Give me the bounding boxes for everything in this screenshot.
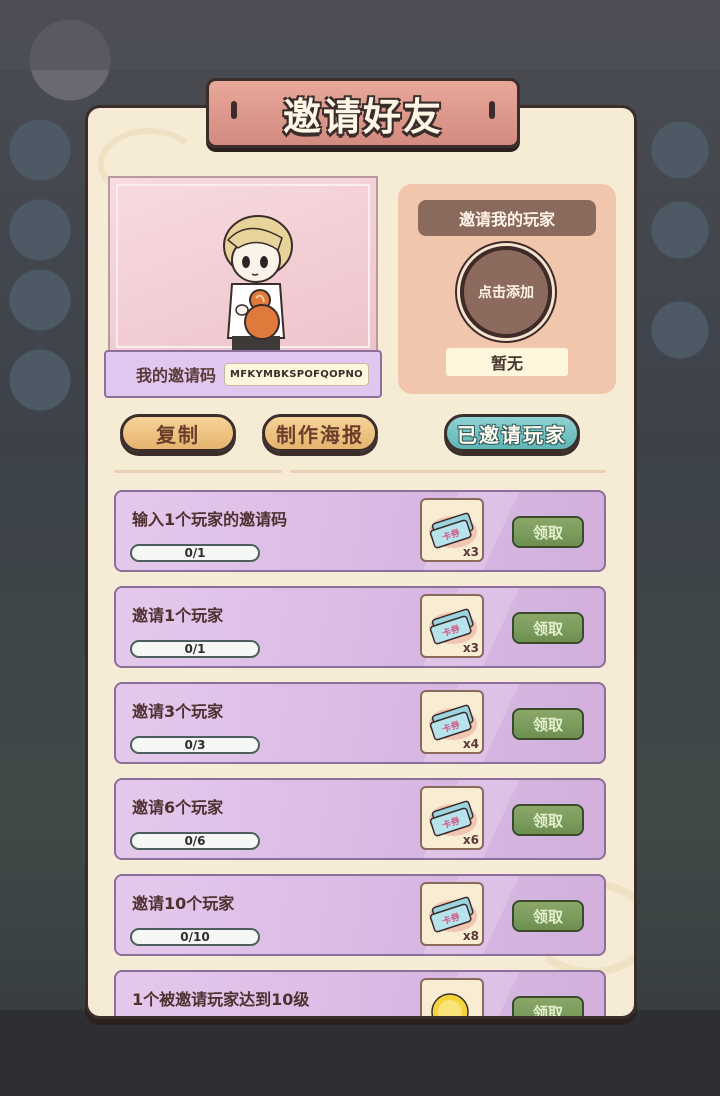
task-row: 1个被邀请玩家达到10级 领取 [114, 970, 606, 1016]
divider [114, 470, 282, 473]
claim-button[interactable]: 领取 [512, 996, 584, 1016]
reward-quantity: x3 [462, 545, 479, 559]
task-label: 邀请10个玩家 [132, 894, 235, 913]
divider [290, 470, 606, 473]
invite-code-label: 我的邀请码 [136, 366, 217, 385]
invited-players-button[interactable]: 已邀请玩家 [444, 414, 580, 452]
title-banner: 邀请好友 [206, 78, 520, 148]
page-title: 邀请好友 [282, 94, 443, 139]
task-progress: 0/3 [130, 736, 260, 754]
gold-coin-icon [431, 993, 469, 1016]
reward-quantity: x6 [462, 833, 479, 847]
copy-button[interactable]: 复制 [120, 414, 236, 452]
reward-slot: 卡券 x8 [420, 882, 484, 946]
task-row: 邀请6个玩家 0/6 卡券 x6 领取 [114, 778, 606, 860]
reward-slot: 卡券 x3 [420, 594, 484, 658]
task-label: 邀请3个玩家 [132, 702, 224, 721]
reward-quantity: x3 [462, 641, 479, 655]
card-ticket-icon: 卡券 [429, 896, 477, 933]
reward-slot [420, 978, 484, 1016]
reward-quantity: x4 [462, 737, 479, 751]
task-label: 邀请6个玩家 [132, 798, 224, 817]
reward-slot: 卡券 x3 [420, 498, 484, 562]
card-ticket-icon: 卡券 [429, 608, 477, 645]
task-row: 邀请3个玩家 0/3 卡券 x4 领取 [114, 682, 606, 764]
invite-poster-image [108, 176, 378, 356]
top-hud-dimmed [0, 0, 720, 70]
task-row: 邀请10个玩家 0/10 卡券 x8 领取 [114, 874, 606, 956]
invite-friends-panel: 我的邀请码 MFKYMBKSPOFQOPNO 邀请我的玩家 点击添加 暂无 复制… [88, 108, 634, 1016]
claim-button[interactable]: 领取 [512, 708, 584, 740]
inviter-value: 暂无 [446, 348, 568, 376]
task-progress: 0/1 [130, 640, 260, 658]
inviter-title: 邀请我的玩家 [418, 200, 596, 236]
inviter-card: 邀请我的玩家 点击添加 暂无 [398, 184, 616, 394]
nail-icon [489, 101, 495, 119]
claim-button[interactable]: 领取 [512, 516, 584, 548]
task-label: 邀请1个玩家 [132, 606, 224, 625]
claim-button[interactable]: 领取 [512, 900, 584, 932]
task-label: 1个被邀请玩家达到10级 [132, 990, 310, 1009]
make-poster-button[interactable]: 制作海报 [262, 414, 378, 452]
task-progress: 0/1 [130, 544, 260, 562]
invite-code-bar: 我的邀请码 MFKYMBKSPOFQOPNO [104, 350, 382, 398]
invite-code-value: MFKYMBKSPOFQOPNO [224, 362, 369, 386]
task-progress: 0/10 [130, 928, 260, 946]
task-row: 邀请1个玩家 0/1 卡券 x3 领取 [114, 586, 606, 668]
task-label: 输入1个玩家的邀请码 [132, 510, 288, 529]
reward-slot: 卡券 x4 [420, 690, 484, 754]
add-inviter-button[interactable]: 点击添加 [460, 246, 552, 338]
character-illustration [223, 215, 293, 354]
card-ticket-icon: 卡券 [429, 512, 477, 549]
reward-slot: 卡券 x6 [420, 786, 484, 850]
task-progress: 0/6 [130, 832, 260, 850]
card-ticket-icon: 卡券 [429, 704, 477, 741]
card-ticket-icon: 卡券 [429, 800, 477, 837]
claim-button[interactable]: 领取 [512, 612, 584, 644]
nail-icon [231, 101, 237, 119]
claim-button[interactable]: 领取 [512, 804, 584, 836]
task-row: 输入1个玩家的邀请码 0/1 卡券 x3 领取 [114, 490, 606, 572]
reward-quantity: x8 [462, 929, 479, 943]
bottom-bar-dimmed [0, 1010, 720, 1096]
